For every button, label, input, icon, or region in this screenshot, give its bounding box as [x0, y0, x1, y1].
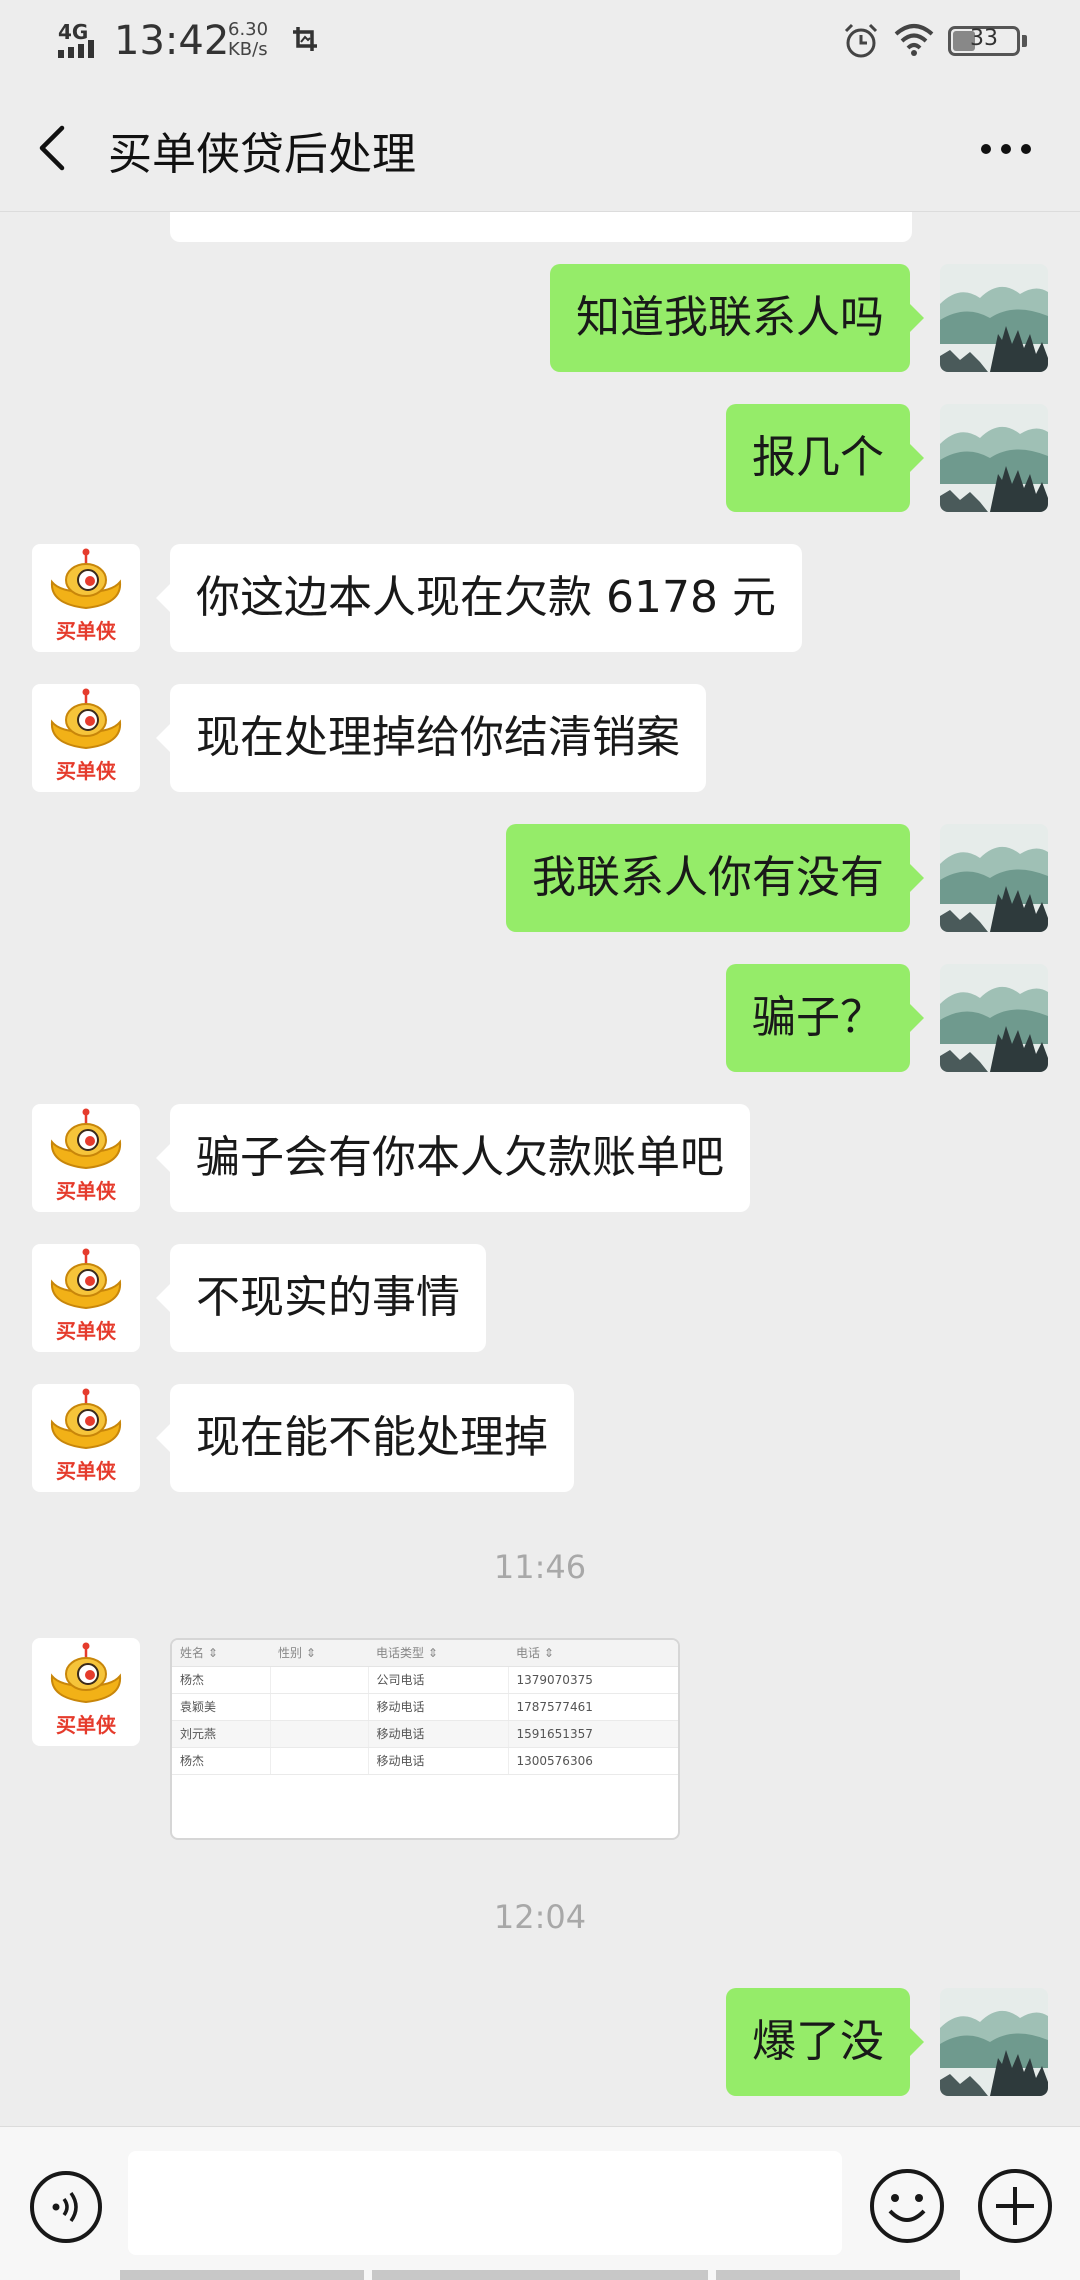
merchant-avatar[interactable]: 买单侠	[32, 1104, 140, 1212]
speed-value: 6.30	[228, 19, 269, 40]
network-speed: 6.30 KB/s	[228, 20, 268, 60]
table-cell: 移动电话	[368, 1693, 509, 1721]
message-bubble-self[interactable]: 骗子？	[726, 964, 924, 1072]
brand-logo-text: 买单侠	[56, 1179, 117, 1203]
landscape-avatar-image	[940, 964, 1048, 1072]
self-avatar[interactable]	[940, 264, 1048, 372]
table-cell: 刘元燕	[172, 1720, 271, 1748]
message-bubble-other[interactable]: 你这边本人现在欠款 6178 元	[156, 544, 802, 652]
table-row: 杨杰 公司电话 1379070375	[172, 1666, 678, 1694]
brand-logo-image: 买单侠	[32, 1384, 140, 1492]
self-avatar[interactable]	[940, 1988, 1048, 2096]
brand-logo-image: 买单侠	[32, 1638, 140, 1746]
timestamp: 12:04	[493, 1898, 587, 1936]
table-cell	[270, 1720, 369, 1748]
merchant-avatar[interactable]: 买单侠	[32, 1638, 140, 1746]
table-cell	[270, 1666, 369, 1694]
landscape-avatar-image	[940, 264, 1048, 372]
brand-logo-image: 买单侠	[32, 1244, 140, 1352]
table-cell: 1300576306	[508, 1747, 678, 1775]
message-bubble-self[interactable]: 知道我联系人吗	[550, 264, 924, 372]
battery-tip	[1022, 35, 1027, 47]
battery-indicator: 33	[948, 26, 1020, 56]
merchant-avatar[interactable]: 买单侠	[32, 1384, 140, 1492]
bottom-indicator	[372, 2270, 708, 2280]
self-avatar[interactable]	[940, 404, 1048, 512]
landscape-avatar-image	[940, 404, 1048, 512]
self-avatar[interactable]	[940, 824, 1048, 932]
bottom-indicator	[716, 2270, 960, 2280]
chat-header: 买单侠贷后处理	[0, 84, 1080, 212]
wifi-icon	[894, 24, 934, 56]
voice-icon[interactable]	[28, 2169, 104, 2245]
brand-logo-text: 买单侠	[56, 759, 117, 783]
message-bubble-self[interactable]: 我联系人你有没有	[506, 824, 924, 932]
merchant-avatar[interactable]: 买单侠	[32, 684, 140, 792]
table-header: 姓名 ⇕	[172, 1640, 270, 1667]
speed-unit: KB/s	[228, 39, 268, 60]
brand-logo-text: 买单侠	[56, 619, 117, 643]
table-cell	[270, 1693, 369, 1721]
table-header: 性别 ⇕	[270, 1640, 368, 1667]
page-title: 买单侠贷后处理	[108, 129, 416, 180]
table-cell: 1591651357	[508, 1720, 678, 1748]
merchant-avatar[interactable]: 买单侠	[32, 1244, 140, 1352]
emoji-icon[interactable]	[868, 2167, 946, 2245]
table-row: 杨杰 移动电话 1300576306	[172, 1747, 678, 1775]
table-cell: 杨杰	[172, 1747, 271, 1775]
alarm-icon	[844, 23, 878, 58]
brand-logo-text: 买单侠	[56, 1319, 117, 1343]
merchant-avatar[interactable]: 买单侠	[32, 544, 140, 652]
brand-logo-image: 买单侠	[32, 684, 140, 792]
message-bubble-self[interactable]: 报几个	[726, 404, 924, 512]
more-dots-icon[interactable]	[966, 124, 1046, 174]
landscape-avatar-image	[940, 1988, 1048, 2096]
screenshot-icon	[293, 27, 317, 51]
brand-logo-text: 买单侠	[56, 1459, 117, 1483]
landscape-avatar-image	[940, 824, 1048, 932]
message-bubble-other[interactable]: 现在处理掉给你结清销案	[156, 684, 706, 792]
plus-icon[interactable]	[976, 2167, 1054, 2245]
table-cell: 公司电话	[368, 1666, 509, 1694]
brand-logo-image: 买单侠	[32, 1104, 140, 1212]
battery-level: 33	[970, 26, 998, 51]
message-bubble-self[interactable]: 爆了没	[726, 1988, 924, 2096]
table-header-row: 姓名 ⇕ 性别 ⇕ 电话类型 ⇕ 电话 ⇕	[172, 1640, 678, 1667]
message-bubble-other[interactable]: 不现实的事情	[156, 1244, 486, 1352]
table-header: 电话 ⇕	[508, 1640, 678, 1667]
input-bar	[0, 2126, 1080, 2280]
message-input[interactable]	[128, 2151, 842, 2255]
table-cell: 1379070375	[508, 1666, 678, 1694]
table-header: 电话类型 ⇕	[368, 1640, 508, 1667]
message-bubble-other[interactable]: 骗子会有你本人欠款账单吧	[156, 1104, 750, 1212]
contacts-table: 姓名 ⇕ 性别 ⇕ 电话类型 ⇕ 电话 ⇕ 杨杰 公司电话 1379070375	[172, 1640, 678, 1775]
clock: 13:42	[114, 18, 230, 64]
self-avatar[interactable]	[940, 964, 1048, 1072]
table-cell: 1787577461	[508, 1693, 678, 1721]
table-cell: 移动电话	[368, 1720, 509, 1748]
bottom-indicator	[120, 2270, 364, 2280]
chat-area[interactable]: 知道我联系人吗 报几个 买单侠 你这边本人现在欠款 6178 元 买单侠 现在处…	[0, 212, 1080, 2126]
table-row: 袁颖美 移动电话 1787577461	[172, 1693, 678, 1721]
back-arrow-icon[interactable]	[30, 120, 82, 176]
brand-logo-text: 买单侠	[56, 1713, 117, 1737]
status-bar: 4G 13:42 6.30 KB/s 33	[0, 0, 1080, 84]
table-cell: 杨杰	[172, 1666, 271, 1694]
signal-icon	[58, 40, 94, 58]
table-cell	[270, 1747, 369, 1775]
image-message[interactable]: 姓名 ⇕ 性别 ⇕ 电话类型 ⇕ 电话 ⇕ 杨杰 公司电话 1379070375	[170, 1638, 680, 1840]
message-bubble-other[interactable]: 现在能不能处理掉	[156, 1384, 574, 1492]
table-cell: 移动电话	[368, 1747, 509, 1775]
previous-message-bubble	[170, 212, 912, 242]
timestamp: 11:46	[493, 1548, 587, 1586]
table-row: 刘元燕 移动电话 1591651357	[172, 1720, 678, 1748]
table-cell: 袁颖美	[172, 1693, 271, 1721]
brand-logo-image: 买单侠	[32, 544, 140, 652]
